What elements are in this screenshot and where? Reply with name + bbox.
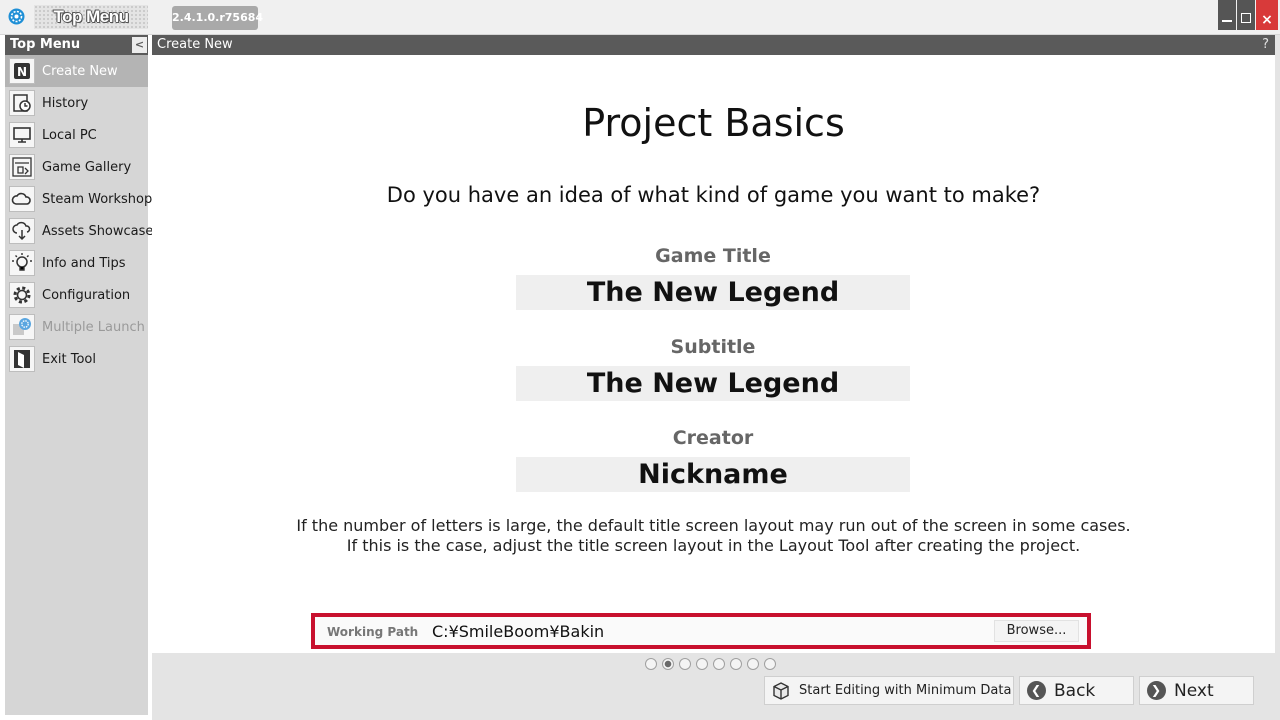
sidebar-item-label: Multiple Launch xyxy=(42,319,145,335)
sidebar-item-label: Game Gallery xyxy=(42,159,132,175)
sidebar-item-configuration[interactable]: Configuration xyxy=(5,279,148,311)
page-question: Do you have an idea of what kind of game… xyxy=(386,183,1041,207)
chevron-left-icon: < xyxy=(134,38,145,51)
page-title: Project Basics xyxy=(582,101,845,145)
page-dot[interactable] xyxy=(713,658,725,670)
start-editing-minimum-button[interactable]: Start Editing with Minimum Data xyxy=(764,676,1014,705)
next-label: Next xyxy=(1174,680,1214,701)
window-border xyxy=(1275,35,1280,720)
page-indicator xyxy=(645,658,776,670)
close-button[interactable]: × xyxy=(1256,0,1278,30)
page-dot[interactable] xyxy=(645,658,657,670)
subtitle-input[interactable] xyxy=(516,366,910,401)
sidebar-item-game-gallery[interactable]: Game Gallery xyxy=(5,151,148,183)
game-title-input[interactable] xyxy=(516,275,910,310)
next-button[interactable]: ❯ Next xyxy=(1139,676,1254,705)
creator-label: Creator xyxy=(672,427,754,449)
layout-note-line-1: If the number of letters is large, the d… xyxy=(296,516,1131,535)
help-button[interactable]: ? xyxy=(1262,35,1269,55)
minimize-icon xyxy=(1222,20,1232,22)
gear-icon xyxy=(9,282,35,308)
sidebar-item-local-pc[interactable]: Local PC xyxy=(5,119,148,151)
collapse-sidebar-button[interactable]: < xyxy=(132,37,147,53)
back-arrow-icon: ❮ xyxy=(1026,681,1046,701)
browse-button[interactable]: Browse... xyxy=(994,620,1079,642)
cloud-icon xyxy=(9,186,35,212)
footer-bar: Start Editing with Minimum Data ❮ Back ❯… xyxy=(152,653,1275,720)
sidebar-item-label: History xyxy=(42,95,89,111)
working-path-box: Working Path Browse... xyxy=(311,613,1091,649)
history-icon xyxy=(9,90,35,116)
sidebar-item-steam-workshop[interactable]: Steam Workshop xyxy=(5,183,152,215)
app-title: Top Menu xyxy=(34,5,148,29)
sidebar-header: Top Menu < xyxy=(5,35,148,55)
page-dot[interactable] xyxy=(696,658,708,670)
content-header: Create New ? xyxy=(152,35,1275,55)
lightbulb-icon xyxy=(9,250,35,276)
start-editing-minimum-label: Start Editing with Minimum Data xyxy=(799,683,1012,698)
sidebar-item-label: Assets Showcase xyxy=(42,223,154,239)
app-logo-icon xyxy=(8,8,25,25)
content-header-title: Create New xyxy=(157,37,233,52)
exit-icon xyxy=(9,346,35,372)
sidebar: Top Menu < N Create New History Local PC… xyxy=(5,35,153,715)
game-title-label: Game Title xyxy=(655,245,771,267)
close-icon: × xyxy=(1261,12,1273,28)
page-dot[interactable] xyxy=(747,658,759,670)
back-label: Back xyxy=(1054,680,1096,701)
sidebar-item-create-new[interactable]: N Create New xyxy=(5,55,148,87)
creator-input[interactable] xyxy=(516,457,910,492)
page-dot[interactable] xyxy=(764,658,776,670)
sidebar-title: Top Menu xyxy=(10,37,81,52)
sidebar-item-label: Create New xyxy=(42,63,118,79)
cloud-download-icon xyxy=(9,218,35,244)
sidebar-item-label: Configuration xyxy=(42,287,131,303)
page-dot[interactable] xyxy=(662,658,674,670)
multiple-launch-icon xyxy=(9,314,35,340)
next-arrow-icon: ❯ xyxy=(1146,681,1166,701)
sidebar-item-label: Info and Tips xyxy=(42,255,126,271)
sidebar-item-multiple-launch[interactable]: Multiple Launch xyxy=(5,311,148,343)
page-dot[interactable] xyxy=(679,658,691,670)
working-path-label: Working Path xyxy=(327,625,419,639)
sidebar-item-label: Exit Tool xyxy=(42,351,96,367)
game-gallery-icon xyxy=(9,154,35,180)
version-badge: 2.4.1.0.r75684 xyxy=(172,6,263,30)
package-icon xyxy=(771,681,791,701)
minimize-button[interactable] xyxy=(1218,0,1236,30)
new-project-icon: N xyxy=(9,58,35,84)
sidebar-item-info-and-tips[interactable]: Info and Tips xyxy=(5,247,148,279)
svg-text:N: N xyxy=(17,65,27,79)
working-path-input[interactable] xyxy=(432,620,988,642)
subtitle-label: Subtitle xyxy=(670,336,756,358)
sidebar-item-history[interactable]: History xyxy=(5,87,148,119)
monitor-icon xyxy=(9,122,35,148)
sidebar-item-assets-showcase[interactable]: Assets Showcase xyxy=(5,215,153,247)
maximize-button[interactable] xyxy=(1237,0,1255,30)
maximize-icon xyxy=(1241,13,1251,23)
sidebar-item-exit-tool[interactable]: Exit Tool xyxy=(5,343,148,375)
page-dot[interactable] xyxy=(730,658,742,670)
back-button[interactable]: ❮ Back xyxy=(1019,676,1134,705)
main-panel: Project Basics Do you have an idea of wh… xyxy=(152,55,1275,653)
title-bar: Top Menu 2.4.1.0.r75684 × xyxy=(0,0,1280,35)
sidebar-item-label: Steam Workshop xyxy=(42,191,153,207)
layout-note-line-2: If this is the case, adjust the title sc… xyxy=(346,536,1081,555)
sidebar-item-label: Local PC xyxy=(42,127,97,143)
